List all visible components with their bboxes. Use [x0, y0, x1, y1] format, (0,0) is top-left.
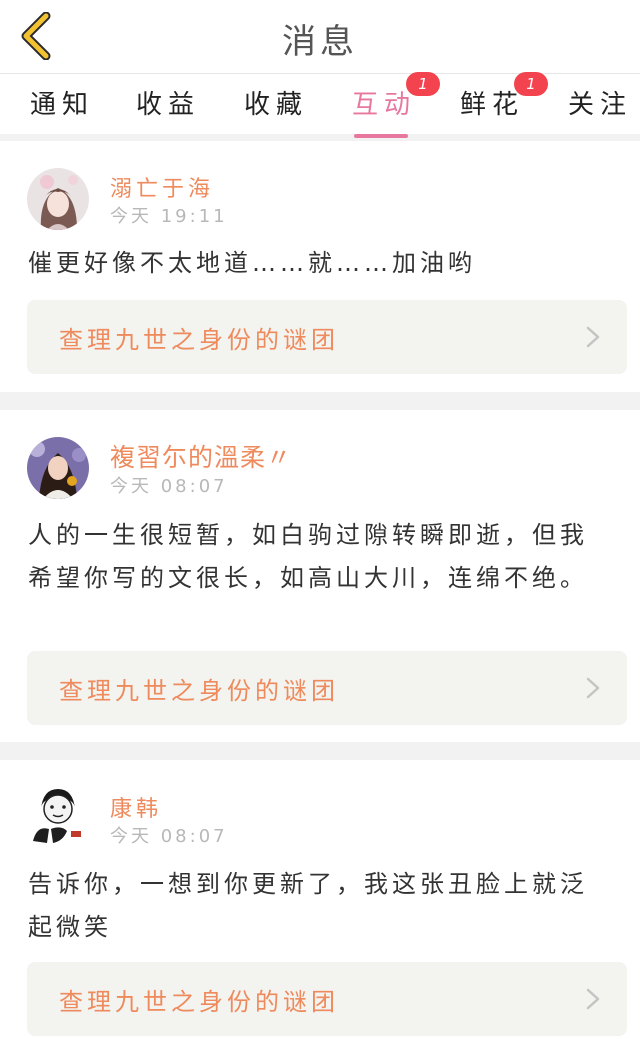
tab-following[interactable]: 关注	[568, 84, 632, 124]
work-link[interactable]: 查理九世之身份的谜团	[27, 651, 627, 725]
page-title: 消息	[282, 22, 358, 62]
tab-flowers-label: 鲜花	[460, 90, 525, 120]
tab-bar: 通知 收益 收藏 互动 1 鲜花 1 关注	[0, 72, 640, 138]
chevron-right-icon	[586, 988, 600, 1010]
message-content: 催更好像不太地道……就……加油哟	[28, 249, 476, 277]
message-content: 人的一生很短暂，如白驹过隙转瞬即逝，但我希望你写的文很长，如高山大川，连绵不绝。	[28, 521, 588, 592]
interactions-badge: 1	[406, 72, 440, 96]
timestamp: 今天 08:07	[110, 826, 228, 847]
username[interactable]: 溺亡于海	[110, 171, 214, 203]
tab-flowers[interactable]: 鲜花 1	[460, 72, 548, 124]
message-card: 溺亡于海 今天 19:11 催更好像不太地道……就……加油哟 查理九世之身份的谜…	[0, 141, 640, 392]
username[interactable]: 康韩	[110, 791, 162, 823]
work-link[interactable]: 查理九世之身份的谜团	[27, 300, 627, 374]
avatar[interactable]	[27, 437, 89, 499]
message-card: 複習尓的溫柔〃 今天 08:07 人的一生很短暂，如白驹过隙转瞬即逝，但我希望你…	[0, 410, 640, 742]
tab-favorites[interactable]: 收藏	[244, 84, 308, 124]
girl-photo-avatar	[27, 437, 89, 499]
avatar[interactable]	[27, 168, 89, 230]
tab-earnings[interactable]: 收益	[136, 84, 200, 124]
timestamp: 今天 19:11	[110, 206, 228, 227]
tab-interactions-label: 互动	[352, 90, 417, 120]
flowers-badge: 1	[514, 72, 548, 96]
work-link-label: 查理九世之身份的谜团	[59, 326, 339, 354]
username[interactable]: 複習尓的溫柔〃	[110, 438, 292, 474]
anime-girl-avatar	[27, 168, 89, 230]
work-link-label: 查理九世之身份的谜团	[59, 677, 339, 705]
tab-notifications[interactable]: 通知	[30, 84, 94, 124]
tab-interactions[interactable]: 互动 1	[352, 72, 440, 138]
work-link[interactable]: 查理九世之身份的谜团	[27, 962, 627, 1036]
timestamp: 今天 08:07	[110, 476, 228, 497]
work-link-label: 查理九世之身份的谜团	[59, 988, 339, 1016]
cartoon-xiuxian-avatar	[27, 785, 89, 847]
avatar[interactable]	[27, 785, 89, 847]
top-bar: 消息	[0, 0, 640, 74]
message-content: 告诉你，一想到你更新了，我这张丑脸上就泛起微笑	[28, 870, 588, 941]
chevron-right-icon	[586, 677, 600, 699]
chevron-right-icon	[586, 326, 600, 348]
active-tab-indicator	[354, 134, 409, 138]
message-card: 康韩 今天 08:07 告诉你，一想到你更新了，我这张丑脸上就泛起微笑 查理九世…	[0, 760, 640, 1039]
